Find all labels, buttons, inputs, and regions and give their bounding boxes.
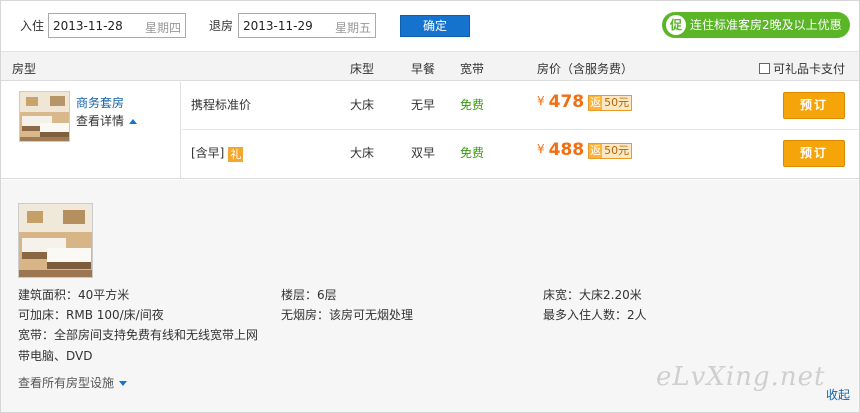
- rate-breakfast: 无早: [411, 98, 436, 112]
- rate-broadband: 免费: [460, 98, 485, 112]
- rebate-badge: 返 50元: [588, 95, 633, 111]
- header-bed-type: 床型: [350, 62, 375, 76]
- promo-badge[interactable]: 促 连住标准客房2晚及以上优惠: [662, 12, 850, 38]
- extra-bed: 可加床：RMB 100/床/间夜: [18, 308, 164, 322]
- room-row: 商务套房 查看详情 携程标准价 大床 无早 免费 ¥478 返 50元 预订 [含早…: [1, 82, 859, 179]
- caret-up-icon: [129, 119, 138, 124]
- header-broadband: 宽带: [460, 62, 485, 76]
- gift-badge-icon: 礼: [228, 147, 244, 162]
- checkout-label: 退房: [209, 19, 234, 33]
- currency-symbol: ¥: [537, 142, 545, 156]
- hotel-room-panel: 入住 2013-11-28 星期四 退房 2013-11-29 星期五 确定 促…: [0, 0, 860, 413]
- rate-breakfast: 双早: [411, 146, 436, 160]
- site-watermark: eLvXing.net: [656, 362, 826, 392]
- checkout-weekday: 星期五: [334, 21, 371, 35]
- price-value: 478: [548, 92, 585, 112]
- non-smoking: 无烟房：该房可无烟处理: [281, 308, 414, 322]
- rate-name: 携程标准价: [191, 96, 251, 113]
- checkin-weekday: 星期四: [144, 21, 181, 35]
- view-all-facilities-label: 查看所有房型设施: [18, 376, 115, 390]
- rate-table-header: 房型 床型 早餐 宽带 房价（含服务费） 可礼品卡支付: [1, 51, 859, 81]
- header-room-type: 房型: [12, 62, 37, 76]
- view-all-facilities-link[interactable]: 查看所有房型设施: [18, 374, 128, 391]
- header-price: 房价（含服务费）: [537, 62, 634, 76]
- rebate-value: 50元: [602, 96, 632, 110]
- room-name-link[interactable]: 商务套房: [76, 94, 124, 111]
- promo-icon: 促: [666, 15, 686, 35]
- gift-card-pay-filter[interactable]: 可礼品卡支付: [758, 60, 845, 77]
- room-area: 建筑面积：40平方米: [18, 288, 130, 302]
- room-detail-photo[interactable]: [18, 203, 93, 278]
- broadband-info: 宽带：全部房间支持免费有线和无线宽带上网: [18, 328, 259, 342]
- rate-bed: 大床: [350, 98, 375, 112]
- currency-symbol: ¥: [537, 94, 545, 108]
- rate-price: ¥488 返 50元: [537, 140, 633, 160]
- rebate-value: 50元: [602, 144, 632, 158]
- confirm-button[interactable]: 确定: [400, 15, 470, 37]
- date-bar: 入住 2013-11-28 星期四 退房 2013-11-29 星期五 确定 促…: [1, 1, 859, 51]
- computer-info: 带电脑、DVD: [18, 349, 93, 363]
- book-button[interactable]: 预订: [783, 92, 845, 119]
- room-photo-icon: [20, 92, 69, 141]
- rate-row: 携程标准价 大床 无早 免费 ¥478 返 50元 预订: [182, 82, 859, 130]
- room-detail-panel: 建筑面积：40平方米 楼层：6层 床宽：大床2.20米 可加床：RMB 100/…: [1, 180, 859, 412]
- gift-card-checkbox[interactable]: [758, 63, 770, 74]
- header-breakfast: 早餐: [411, 62, 436, 76]
- rate-bed: 大床: [350, 146, 375, 160]
- rate-name-text: 携程标准价: [191, 98, 252, 112]
- rebate-label: 返: [590, 144, 602, 157]
- checkin-date-input[interactable]: 2013-11-28 星期四: [48, 13, 186, 38]
- checkin-date-value: 2013-11-28: [53, 19, 123, 33]
- checkin-label: 入住: [20, 19, 45, 33]
- rebate-label: 返: [590, 96, 602, 109]
- promo-text: 连住标准客房2晚及以上优惠: [690, 18, 842, 32]
- bed-width: 床宽：大床2.20米: [543, 288, 642, 302]
- room-photo-icon: [19, 204, 92, 277]
- room-summary: 商务套房 查看详情: [1, 82, 181, 178]
- book-button[interactable]: 预订: [783, 140, 845, 167]
- checkout-date-input[interactable]: 2013-11-29 星期五: [238, 13, 376, 38]
- room-thumbnail[interactable]: [19, 91, 70, 142]
- room-floor: 楼层：6层: [281, 288, 337, 302]
- gift-card-pay-label: 可礼品卡支付: [772, 62, 845, 76]
- rate-row: [含早] 礼 大床 双早 免费 ¥488 返 50元 预订: [182, 130, 859, 178]
- caret-down-icon: [119, 381, 128, 386]
- rate-name: [含早] 礼: [191, 144, 244, 162]
- rate-price: ¥478 返 50元: [537, 92, 633, 112]
- price-value: 488: [548, 140, 585, 160]
- rebate-badge: 返 50元: [588, 143, 633, 159]
- max-guests: 最多入住人数：2人: [543, 308, 647, 322]
- collapse-link[interactable]: 收起: [826, 386, 850, 403]
- rate-broadband: 免费: [460, 146, 485, 160]
- view-details-label: 查看详情: [76, 114, 125, 128]
- rate-name-text: [含早]: [191, 146, 225, 160]
- checkout-date-value: 2013-11-29: [243, 19, 313, 33]
- view-details-toggle[interactable]: 查看详情: [76, 112, 138, 129]
